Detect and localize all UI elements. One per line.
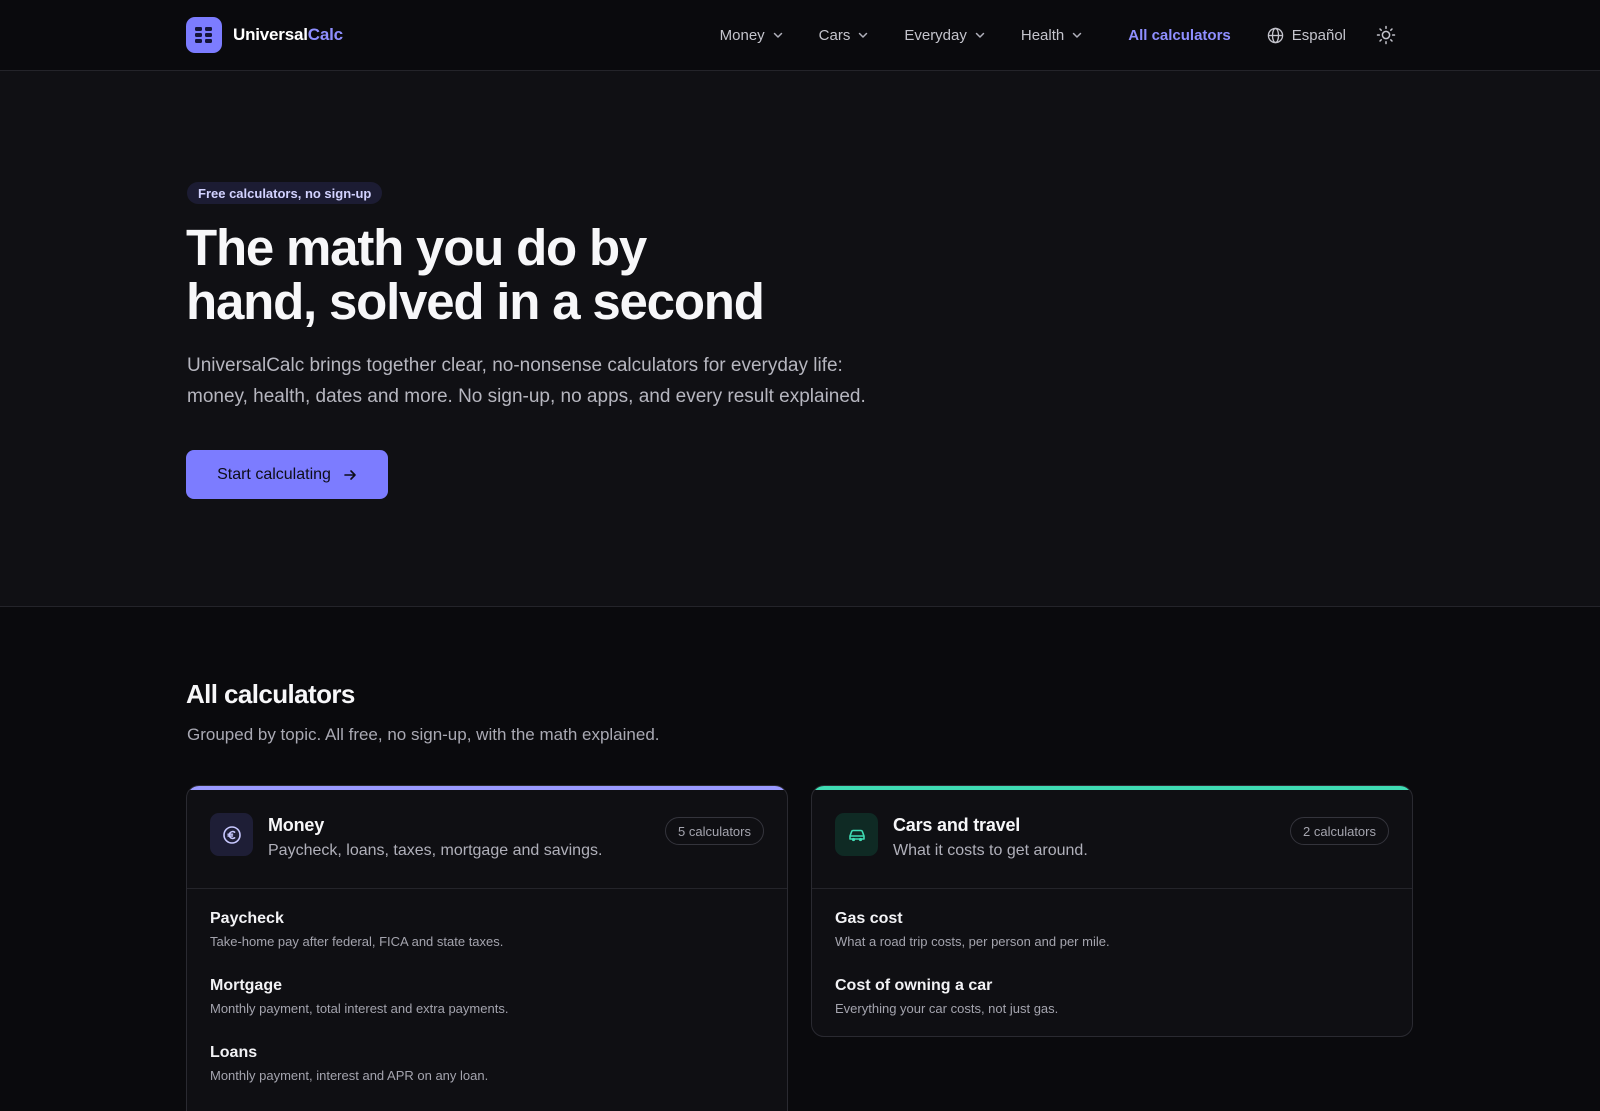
language-switcher[interactable]: Español [1249,17,1364,53]
hero-title: The math you do by hand, solved in a sec… [186,221,946,329]
calculator-description: Monthly payment, interest and APR on any… [210,1068,489,1083]
all-calculators-title: All calculators [186,679,355,709]
card-title: Cars and travel [893,815,1021,835]
nav-item-health[interactable]: Health [1003,17,1100,53]
card-header: Cars and travel What it costs to get aro… [812,790,1412,889]
calculator-count-badge: 5 calculators [665,817,764,845]
grid-icon [186,17,222,53]
euro-coin-icon [210,813,253,856]
nav-item-label: Cars [818,26,851,44]
calculator-name: Cost of owning a car [835,977,993,994]
nav-item-label: Health [1020,26,1065,44]
nav-item-label: Money [719,26,765,44]
arrow-right-icon [344,469,356,480]
hero-section: Free calculators, no sign-up The math yo… [0,71,1600,607]
calculator-description: Everything your car costs, not just gas. [835,1001,1059,1016]
car-icon [835,813,878,856]
hero-badge: Free calculators, no sign-up [187,182,383,204]
brand-name-part2: Calc [307,25,343,44]
calculator-link-loans[interactable]: Loans Monthly payment, interest and APR … [210,1040,764,1107]
brand-name-part1: Universal [233,25,308,44]
nav-item-cars[interactable]: Cars [801,17,887,53]
brand-logo-link[interactable]: UniversalCalc [186,17,343,53]
cta-label: Start calculating [217,465,331,483]
chevron-down-icon [1072,32,1082,38]
card-description: Paycheck, loans, taxes, mortgage and sav… [268,842,603,859]
card-description: What it costs to get around. [893,842,1088,859]
nav-all-calculators-link[interactable]: All calculators [1110,17,1249,53]
all-calculators-subtitle: Grouped by topic. All free, no sign-up, … [187,725,660,744]
hero-subtitle-line-2: money, health, dates and more. No sign-u… [187,386,866,407]
brand-name: UniversalCalc [233,25,343,45]
hero-subtitle: UniversalCalc brings together clear, no-… [187,350,927,412]
card-header: Money Paycheck, loans, taxes, mortgage a… [187,790,787,889]
chevron-down-icon [773,32,782,38]
cars-travel-category-card: Cars and travel What it costs to get aro… [811,785,1413,1037]
language-label: Español [1291,26,1346,44]
calculator-link-mortgage[interactable]: Mortgage Monthly payment, total interest… [210,973,764,1040]
calculator-link-paycheck[interactable]: Paycheck Take-home pay after federal, FI… [210,906,764,973]
globe-icon [1267,27,1284,43]
calculator-name: Mortgage [210,977,282,994]
calculator-name: Paycheck [210,910,284,927]
sun-icon [1376,25,1396,45]
theme-toggle-button[interactable] [1368,17,1404,53]
chevron-down-icon [975,32,985,38]
main-nav: Money Cars Everyday Health All calculato… [702,17,1404,53]
calculator-link-gas-cost[interactable]: Gas cost What a road trip costs, per per… [835,906,1389,973]
calculator-name: Gas cost [835,910,903,927]
nav-item-everyday[interactable]: Everyday [886,17,1003,53]
calculator-name: Loans [210,1044,258,1061]
card-title: Money [268,815,325,835]
money-category-card: Money Paycheck, loans, taxes, mortgage a… [186,785,788,1111]
hero-title-line-1: The math you do by [186,219,647,276]
calculator-description: Monthly payment, total interest and extr… [210,1001,509,1016]
calculator-link-cost-of-owning-a-car[interactable]: Cost of owning a car Everything your car… [835,973,1389,1036]
calculator-description: Take-home pay after federal, FICA and st… [210,934,504,949]
calculator-list: Paycheck Take-home pay after federal, FI… [210,906,764,1107]
hero-title-line-2: hand, solved in a second [186,273,765,330]
start-calculating-button[interactable]: Start calculating [186,450,388,499]
calculator-count-badge: 2 calculators [1290,817,1389,845]
chevron-down-icon [859,32,868,38]
hero-subtitle-line-1: UniversalCalc brings together clear, no-… [187,355,843,376]
calculator-list: Gas cost What a road trip costs, per per… [835,906,1389,1036]
nav-item-money[interactable]: Money [702,17,801,53]
calculator-description: What a road trip costs, per person and p… [835,934,1110,949]
top-navigation-bar: UniversalCalc Money Cars Everyday Health… [0,0,1600,71]
nav-item-label: Everyday [904,26,967,44]
